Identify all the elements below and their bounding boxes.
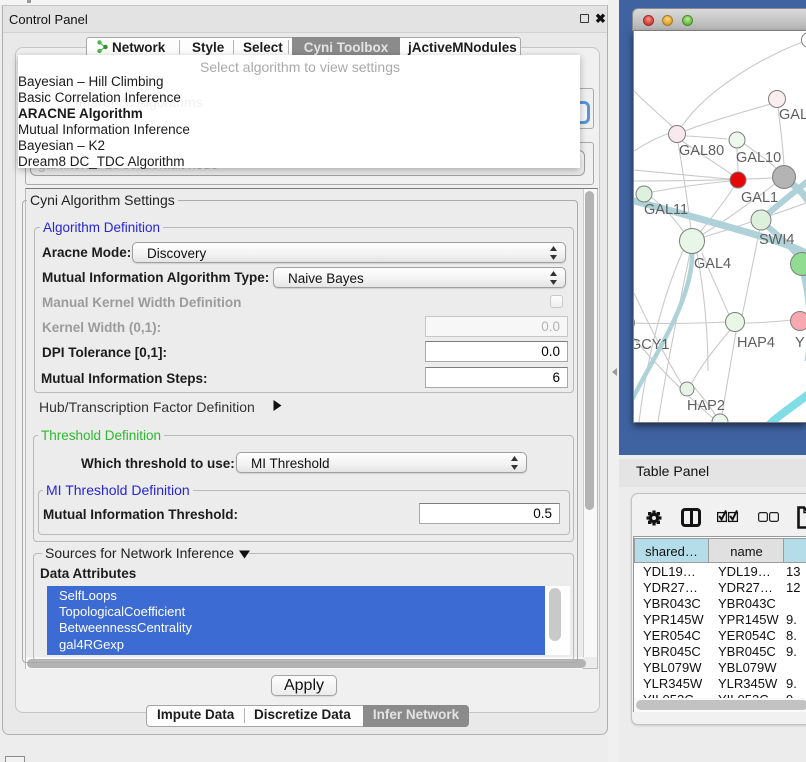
svg-text:GAL1: GAL1	[741, 190, 778, 206]
svg-text:GAL7: GAL7	[779, 107, 806, 123]
svg-text:HAP2: HAP2	[687, 398, 725, 414]
svg-text:GCY1: GCY1	[634, 337, 670, 353]
svg-text:Y: Y	[795, 335, 805, 351]
svg-text:GAL4: GAL4	[694, 256, 731, 272]
svg-text:HAP4: HAP4	[737, 335, 775, 351]
svg-text:GAL10: GAL10	[736, 150, 781, 166]
svg-text:SWI4: SWI4	[759, 232, 794, 248]
svg-text:GAL80: GAL80	[679, 143, 724, 159]
svg-text:GAL11: GAL11	[644, 202, 688, 218]
